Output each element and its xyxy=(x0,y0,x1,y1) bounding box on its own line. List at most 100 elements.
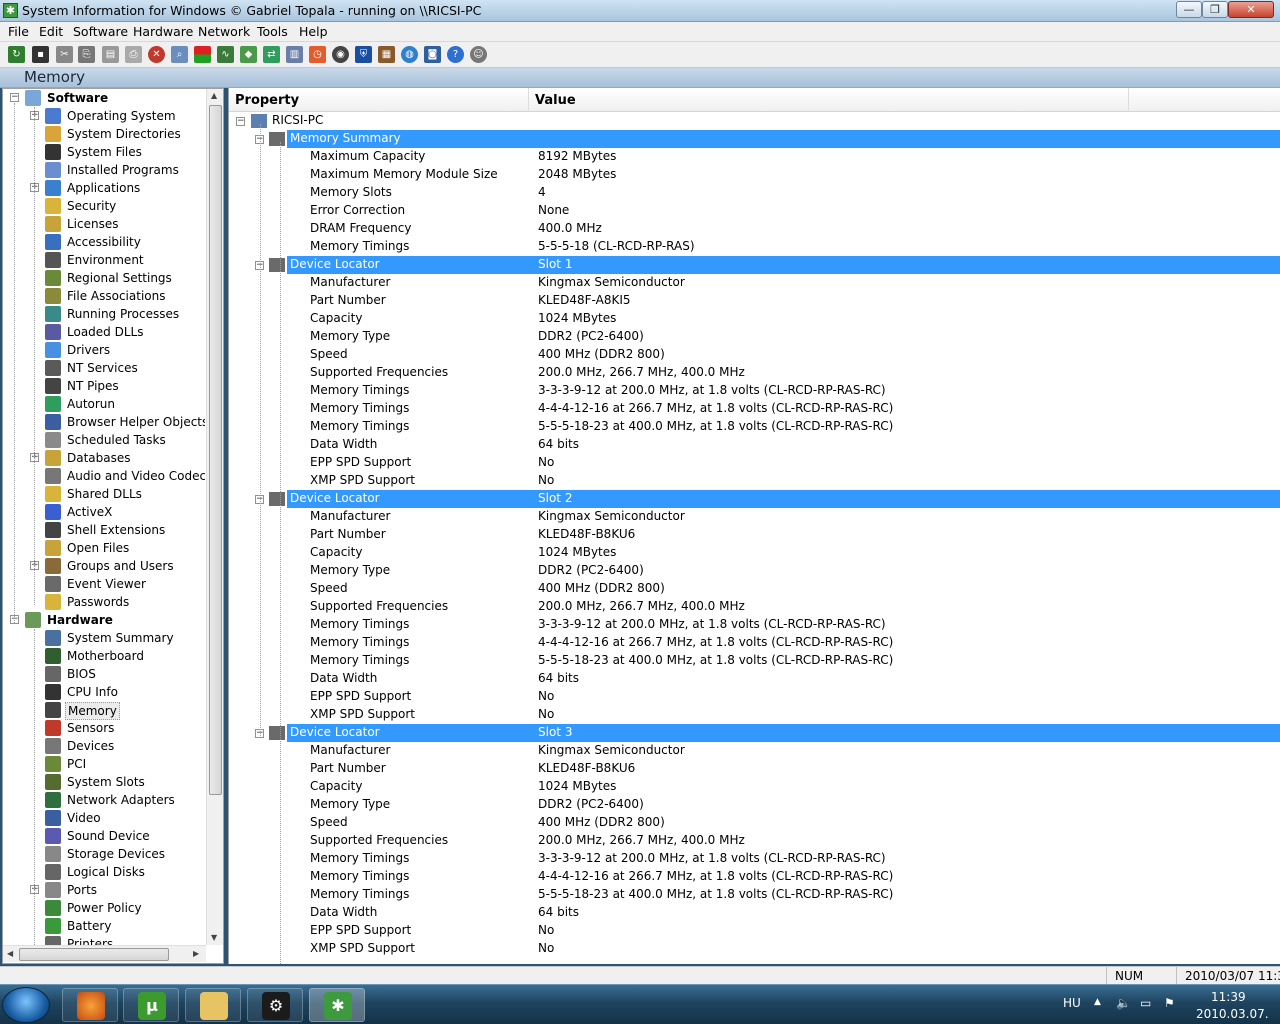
copy-icon[interactable]: ⎘ xyxy=(78,46,95,63)
property-row[interactable]: Part Number KLED48F-B8KU6 xyxy=(229,526,1280,544)
property-row[interactable]: XMP SPD Support No xyxy=(229,940,1280,958)
taskbar-explorer[interactable] xyxy=(185,988,241,1022)
group-memory-summary[interactable]: − Memory Summary xyxy=(229,130,1280,148)
property-row[interactable]: Capacity 1024 MBytes xyxy=(229,778,1280,796)
collapse-icon[interactable]: − xyxy=(10,93,19,102)
property-row[interactable]: Data Width 64 bits xyxy=(229,670,1280,688)
collapse-icon[interactable]: − xyxy=(236,117,245,126)
property-row[interactable]: Memory Slots 4 xyxy=(229,184,1280,202)
property-row[interactable]: DRAM Frequency 400.0 MHz xyxy=(229,220,1280,238)
property-row[interactable]: Capacity 1024 MBytes xyxy=(229,310,1280,328)
taskbar-firefox[interactable] xyxy=(62,988,118,1022)
property-row[interactable]: Error Correction None xyxy=(229,202,1280,220)
refresh-icon[interactable]: ↻ xyxy=(8,46,25,63)
timer-icon[interactable]: ◷ xyxy=(309,46,326,63)
property-row[interactable]: Supported Frequencies 200.0 MHz, 266.7 MH… xyxy=(229,364,1280,382)
network-icon[interactable]: ◆ xyxy=(240,46,257,63)
tree-vertical-scrollbar[interactable]: ▲ ▼ xyxy=(206,89,223,945)
scroll-left-icon[interactable]: ◀ xyxy=(7,949,13,958)
tree-software[interactable]: − Software xyxy=(3,89,205,107)
start-button[interactable] xyxy=(2,987,50,1023)
property-row[interactable]: Speed 400 MHz (DDR2 800) xyxy=(229,346,1280,364)
property-row[interactable]: Memory Timings 5-5-5-18 (CL-RCD-RP-RAS) xyxy=(229,238,1280,256)
property-row[interactable]: Supported Frequencies 200.0 MHz, 266.7 MH… xyxy=(229,598,1280,616)
property-row[interactable]: EPP SPD Support No xyxy=(229,922,1280,940)
menu-edit[interactable]: Edit xyxy=(39,24,63,39)
property-row[interactable]: Memory Type DDR2 (PC2-6400) xyxy=(229,796,1280,814)
camera-icon[interactable]: ◙ xyxy=(424,46,441,63)
minimize-button[interactable]: — xyxy=(1176,1,1202,18)
property-row[interactable]: Memory Timings 4-4-4-12-16 at 266.7 MHz, … xyxy=(229,868,1280,886)
taskbar-steam[interactable]: ⚙ xyxy=(247,988,303,1022)
group-device-locator[interactable]: − Device Locator Slot 1 xyxy=(229,256,1280,274)
report-icon[interactable] xyxy=(194,46,211,63)
property-row[interactable]: Memory Timings 5-5-5-18-23 at 400.0 MHz, … xyxy=(229,652,1280,670)
property-row[interactable]: Memory Timings 5-5-5-18-23 at 400.0 MHz, … xyxy=(229,418,1280,436)
chart-icon[interactable]: ∿ xyxy=(217,46,234,63)
print-icon[interactable]: ⎙ xyxy=(125,46,142,63)
group-device-locator[interactable]: − Device Locator Slot 2 xyxy=(229,490,1280,508)
sync-icon[interactable]: ⇄ xyxy=(263,46,280,63)
property-row[interactable]: Speed 400 MHz (DDR2 800) xyxy=(229,580,1280,598)
property-row[interactable]: Part Number KLED48F-B8KU6 xyxy=(229,760,1280,778)
property-row[interactable]: Memory Timings 3-3-3-9-12 at 200.0 MHz, a… xyxy=(229,616,1280,634)
menu-software[interactable]: Software xyxy=(73,24,128,39)
property-row[interactable]: Speed 400 MHz (DDR2 800) xyxy=(229,814,1280,832)
volume-icon[interactable]: 🔈 xyxy=(1116,996,1131,1010)
property-row[interactable]: Manufacturer Kingmax Semiconductor xyxy=(229,508,1280,526)
column-property[interactable]: Property xyxy=(229,88,529,112)
property-row[interactable]: Capacity 1024 MBytes xyxy=(229,544,1280,562)
language-indicator[interactable]: HU xyxy=(1063,996,1081,1010)
property-row[interactable]: Manufacturer Kingmax Semiconductor xyxy=(229,742,1280,760)
paste-icon[interactable]: ▤ xyxy=(102,46,119,63)
menu-tools[interactable]: Tools xyxy=(257,24,288,39)
menu-hardware[interactable]: Hardware xyxy=(133,24,193,39)
scroll-right-icon[interactable]: ▶ xyxy=(193,949,199,958)
property-row[interactable]: EPP SPD Support No xyxy=(229,688,1280,706)
save-icon[interactable]: ▪ xyxy=(32,46,49,63)
menu-network[interactable]: Network xyxy=(198,24,250,39)
property-row[interactable]: XMP SPD Support No xyxy=(229,472,1280,490)
globe-icon[interactable]: ◍ xyxy=(401,46,418,63)
cut-icon[interactable]: ✂ xyxy=(56,46,73,63)
property-row[interactable]: XMP SPD Support No xyxy=(229,706,1280,724)
help-icon[interactable]: ? xyxy=(447,46,464,63)
property-row[interactable]: Supported Frequencies 200.0 MHz, 266.7 MH… xyxy=(229,832,1280,850)
find-icon[interactable]: ⌕ xyxy=(171,46,188,63)
tree-horizontal-thumb[interactable] xyxy=(19,948,169,961)
menu-help[interactable]: Help xyxy=(299,24,328,39)
tray-date[interactable]: 2010.03.07. xyxy=(1196,1007,1269,1021)
tree-vertical-thumb[interactable] xyxy=(209,105,222,795)
tree-row-root[interactable]: − RICSI-PC xyxy=(229,112,1280,130)
tree-horizontal-scrollbar[interactable]: ◀ ▶ xyxy=(3,945,206,962)
scroll-up-icon[interactable]: ▲ xyxy=(211,91,217,100)
property-row[interactable]: Memory Type DDR2 (PC2-6400) xyxy=(229,328,1280,346)
group-device-locator[interactable]: − Device Locator Slot 3 xyxy=(229,724,1280,742)
network-tray-icon[interactable]: ▭ xyxy=(1140,996,1151,1010)
close-button[interactable]: ✕ xyxy=(1228,1,1274,18)
disc-icon[interactable]: ◉ xyxy=(332,46,349,63)
maximize-button[interactable]: ❐ xyxy=(1202,1,1228,18)
scroll-down-icon[interactable]: ▼ xyxy=(211,933,217,942)
property-row[interactable]: Data Width 64 bits xyxy=(229,904,1280,922)
property-row[interactable]: Part Number KLED48F-A8KI5 xyxy=(229,292,1280,310)
shield-icon[interactable]: ⛨ xyxy=(355,46,372,63)
property-row[interactable]: Maximum Capacity 8192 MBytes xyxy=(229,148,1280,166)
property-row[interactable]: Memory Timings 4-4-4-12-16 at 266.7 MHz, … xyxy=(229,400,1280,418)
stop-icon[interactable]: ✕ xyxy=(148,46,165,63)
taskbar-system-information[interactable]: ✱ xyxy=(309,988,365,1022)
document-icon[interactable]: ▥ xyxy=(286,46,303,63)
property-row[interactable]: Memory Timings 4-4-4-12-16 at 266.7 MHz, … xyxy=(229,634,1280,652)
grid-icon[interactable]: ▦ xyxy=(378,46,395,63)
property-row[interactable]: Memory Timings 3-3-3-9-12 at 200.0 MHz, a… xyxy=(229,850,1280,868)
show-hidden-icons[interactable]: ▲ xyxy=(1094,997,1101,1007)
column-value[interactable]: Value xyxy=(529,88,1129,112)
property-row[interactable]: EPP SPD Support No xyxy=(229,454,1280,472)
property-row[interactable]: Memory Timings 3-3-3-9-12 at 200.0 MHz, a… xyxy=(229,382,1280,400)
property-row[interactable]: Memory Type DDR2 (PC2-6400) xyxy=(229,562,1280,580)
tray-time[interactable]: 11:39 xyxy=(1211,990,1246,1004)
property-row[interactable]: Manufacturer Kingmax Semiconductor xyxy=(229,274,1280,292)
tree-hardware[interactable]: − Hardware xyxy=(3,611,205,629)
property-row[interactable]: Data Width 64 bits xyxy=(229,436,1280,454)
about-icon[interactable]: ☺ xyxy=(470,46,487,63)
